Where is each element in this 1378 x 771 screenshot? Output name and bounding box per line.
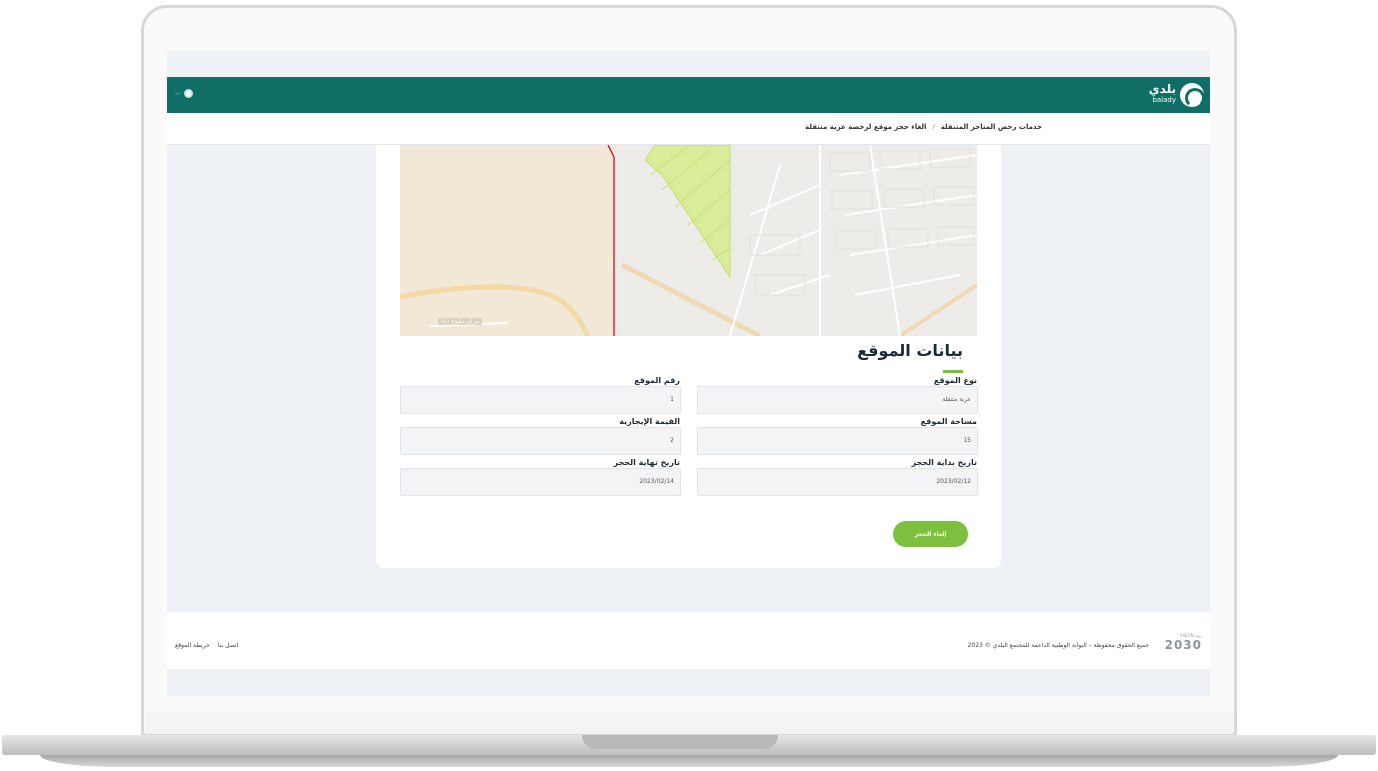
vision-year: 2030 [1164, 638, 1202, 652]
user-menu[interactable]: ⌵ [175, 89, 194, 98]
site-number-field: رقم الموقع 1 [400, 376, 681, 414]
booking-start-field: تاريخ بداية الحجز 2023/02/12 [697, 458, 978, 496]
map-place-label: مركز ملبوع (يا) [438, 318, 483, 325]
rental-value-label: القيمة الإيجارية [616, 417, 680, 426]
browser-top-strip [167, 51, 1210, 77]
laptop-base [0, 735, 1378, 771]
title-underline [943, 370, 963, 373]
browser-bottom-strip [167, 669, 1210, 696]
site-area-field: مساحة الموقع 15 [697, 417, 978, 455]
user-avatar-icon [184, 89, 194, 98]
logo-subtext: balady [1152, 96, 1176, 104]
booking-end-value: 2023/02/14 [639, 478, 674, 485]
footer-link-sitemap[interactable]: خريطة الموقع [175, 642, 210, 649]
footer-links: اتصل بنا خريطة الموقع [175, 642, 238, 649]
site-type-field: نوع الموقع عربة متنقلة [697, 376, 978, 414]
site-footer: VISION رؤية 2030 جميع الحقوق محفوظة – ال… [167, 612, 1210, 669]
site-type-value: عربة متنقلة [942, 396, 971, 403]
booking-start-value: 2023/02/12 [936, 478, 971, 485]
laptop-bezel-bottom [145, 712, 1233, 734]
vision-2030-logo: VISION رؤية 2030 [1164, 633, 1202, 655]
site-header: بلدي balady ⌵ [167, 77, 1210, 113]
booking-end-field: تاريخ نهاية الحجز 2023/02/14 [400, 458, 681, 496]
breadcrumb-separator: / [932, 123, 935, 131]
map-canvas [400, 145, 977, 336]
site-area-value: 15 [963, 437, 971, 444]
breadcrumb-item-mobile-shops[interactable]: خدمات رخص المتاجر المتنقلة [941, 123, 1042, 131]
rental-value-field: القيمة الإيجارية 2 [400, 417, 681, 455]
palm-logo-icon [1180, 83, 1205, 108]
site-type-label: نوع الموقع [930, 376, 977, 385]
site-map[interactable]: مركز ملبوع (يا) [400, 145, 977, 336]
booking-start-label: تاريخ بداية الحجز [908, 458, 977, 467]
chevron-down-icon: ⌵ [175, 89, 181, 97]
laptop-screen: بلدي balady ⌵ خدمات رخص المتاجر المتنقلة… [167, 51, 1210, 696]
breadcrumb: خدمات رخص المتاجر المتنقلة / الغاء حجز م… [805, 123, 1042, 131]
cancel-booking-button[interactable]: إلغاء الحجز [893, 521, 968, 547]
site-number-label: رقم الموقع [631, 376, 680, 385]
section-title: بيانات الموقع [857, 341, 963, 360]
breadcrumb-item-cancel-booking: الغاء حجز موقع لرخصة عربة متنقلة [805, 123, 927, 131]
site-number-value: 1 [670, 396, 674, 403]
rental-value-value: 2 [670, 437, 674, 444]
site-area-label: مساحة الموقع [917, 417, 977, 426]
site-details-card: مركز ملبوع (يا) بيانات الموقع نوع الموقع… [376, 145, 1001, 568]
laptop-mockup: بلدي balady ⌵ خدمات رخص المتاجر المتنقلة… [0, 0, 1378, 771]
balady-logo[interactable]: بلدي balady [1148, 82, 1205, 108]
breadcrumb-bar: خدمات رخص المتاجر المتنقلة / الغاء حجز م… [167, 113, 1210, 145]
laptop-base-lip [40, 755, 1338, 767]
laptop-notch [582, 735, 778, 749]
footer-link-contact[interactable]: اتصل بنا [218, 642, 238, 649]
logo-text: بلدي [1148, 82, 1176, 96]
footer-copyright: جميع الحقوق محفوظة – البوابة الوطنية الد… [967, 642, 1149, 649]
booking-end-label: تاريخ نهاية الحجز [610, 458, 680, 467]
